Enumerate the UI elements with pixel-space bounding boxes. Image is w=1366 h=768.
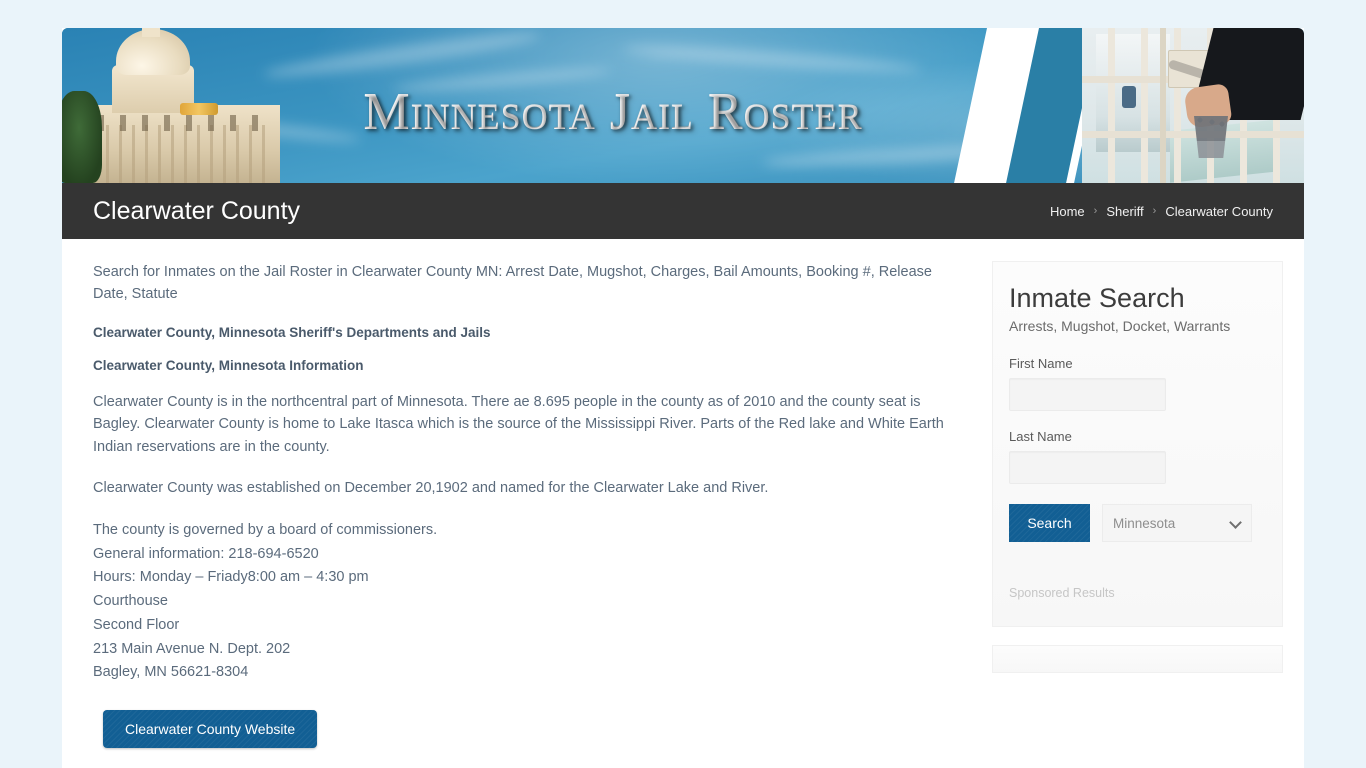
breadcrumb-item-home[interactable]: Home <box>1050 204 1085 219</box>
breadcrumb-item-current: Clearwater County <box>1165 203 1273 219</box>
search-button[interactable]: Search <box>1009 504 1090 543</box>
capitol-lantern <box>142 28 160 37</box>
main-content-column: Search for Inmates on the Jail Roster in… <box>62 261 992 768</box>
chevron-down-icon <box>1229 516 1242 530</box>
county-contact-block: The county is governed by a board of com… <box>93 519 962 685</box>
inmate-search-title: Inmate Search <box>1009 283 1185 313</box>
page-root: Minnesota Jail Roster Clearwater County … <box>0 0 1366 768</box>
chevron-right-icon: › <box>1152 205 1157 217</box>
sidebar-column: Inmate Search Arrests, Mugshot, Docket, … <box>992 261 1304 768</box>
contact-phone: General information: 218-694-6520 <box>93 545 319 562</box>
inmate-search-widget: Inmate Search Arrests, Mugshot, Docket, … <box>992 261 1283 628</box>
first-name-input[interactable] <box>1009 378 1166 412</box>
heading-departments-and-jails: Clearwater County, Minnesota Sheriff's D… <box>93 324 491 340</box>
breadcrumb: Home › Sheriff › Clearwater County <box>1050 204 1273 219</box>
contact-building: Courthouse <box>93 593 168 610</box>
site-banner: Minnesota Jail Roster <box>62 28 1304 183</box>
contact-city-state-zip: Bagley, MN 56621-8304 <box>93 664 249 681</box>
breadcrumb-item-sheriff[interactable]: Sheriff <box>1106 204 1143 219</box>
page-header-bar: Clearwater County Home › Sheriff › Clear… <box>62 183 1304 239</box>
page-title: Clearwater County <box>93 196 301 225</box>
contact-hours: Hours: Monday – Friady8:00 am – 4:30 pm <box>93 569 369 586</box>
paragraph-geography: Clearwater County is in the northcentral… <box>93 393 944 455</box>
county-website-button[interactable]: Clearwater County Website <box>103 710 318 749</box>
content-area: Search for Inmates on the Jail Roster in… <box>62 239 1304 768</box>
state-select-value: Minnesota <box>1113 515 1176 531</box>
inmate-search-subtitle: Arrests, Mugshot, Docket, Warrants <box>1009 318 1231 335</box>
sponsored-results-label: Sponsored Results <box>1009 586 1115 601</box>
state-select[interactable]: Minnesota <box>1102 504 1252 543</box>
last-name-input[interactable] <box>1009 451 1166 485</box>
last-name-label: Last Name <box>1009 429 1072 445</box>
search-controls-row: Search Minnesota <box>1009 504 1264 543</box>
intro-paragraph: Search for Inmates on the Jail Roster in… <box>93 264 932 303</box>
banner-title: Minnesota Jail Roster <box>62 82 1304 141</box>
chevron-right-icon: › <box>1093 205 1098 217</box>
first-name-label: First Name <box>1009 356 1073 372</box>
contact-governance: The county is governed by a board of com… <box>93 521 438 538</box>
site-container: Minnesota Jail Roster Clearwater County … <box>62 28 1304 768</box>
contact-floor: Second Floor <box>93 616 180 633</box>
contact-street: 213 Main Avenue N. Dept. 202 <box>93 640 291 657</box>
heading-county-information: Clearwater County, Minnesota Information <box>93 357 364 373</box>
sidebar-secondary-widget <box>992 645 1283 674</box>
paragraph-established: Clearwater County was established on Dec… <box>93 480 769 497</box>
